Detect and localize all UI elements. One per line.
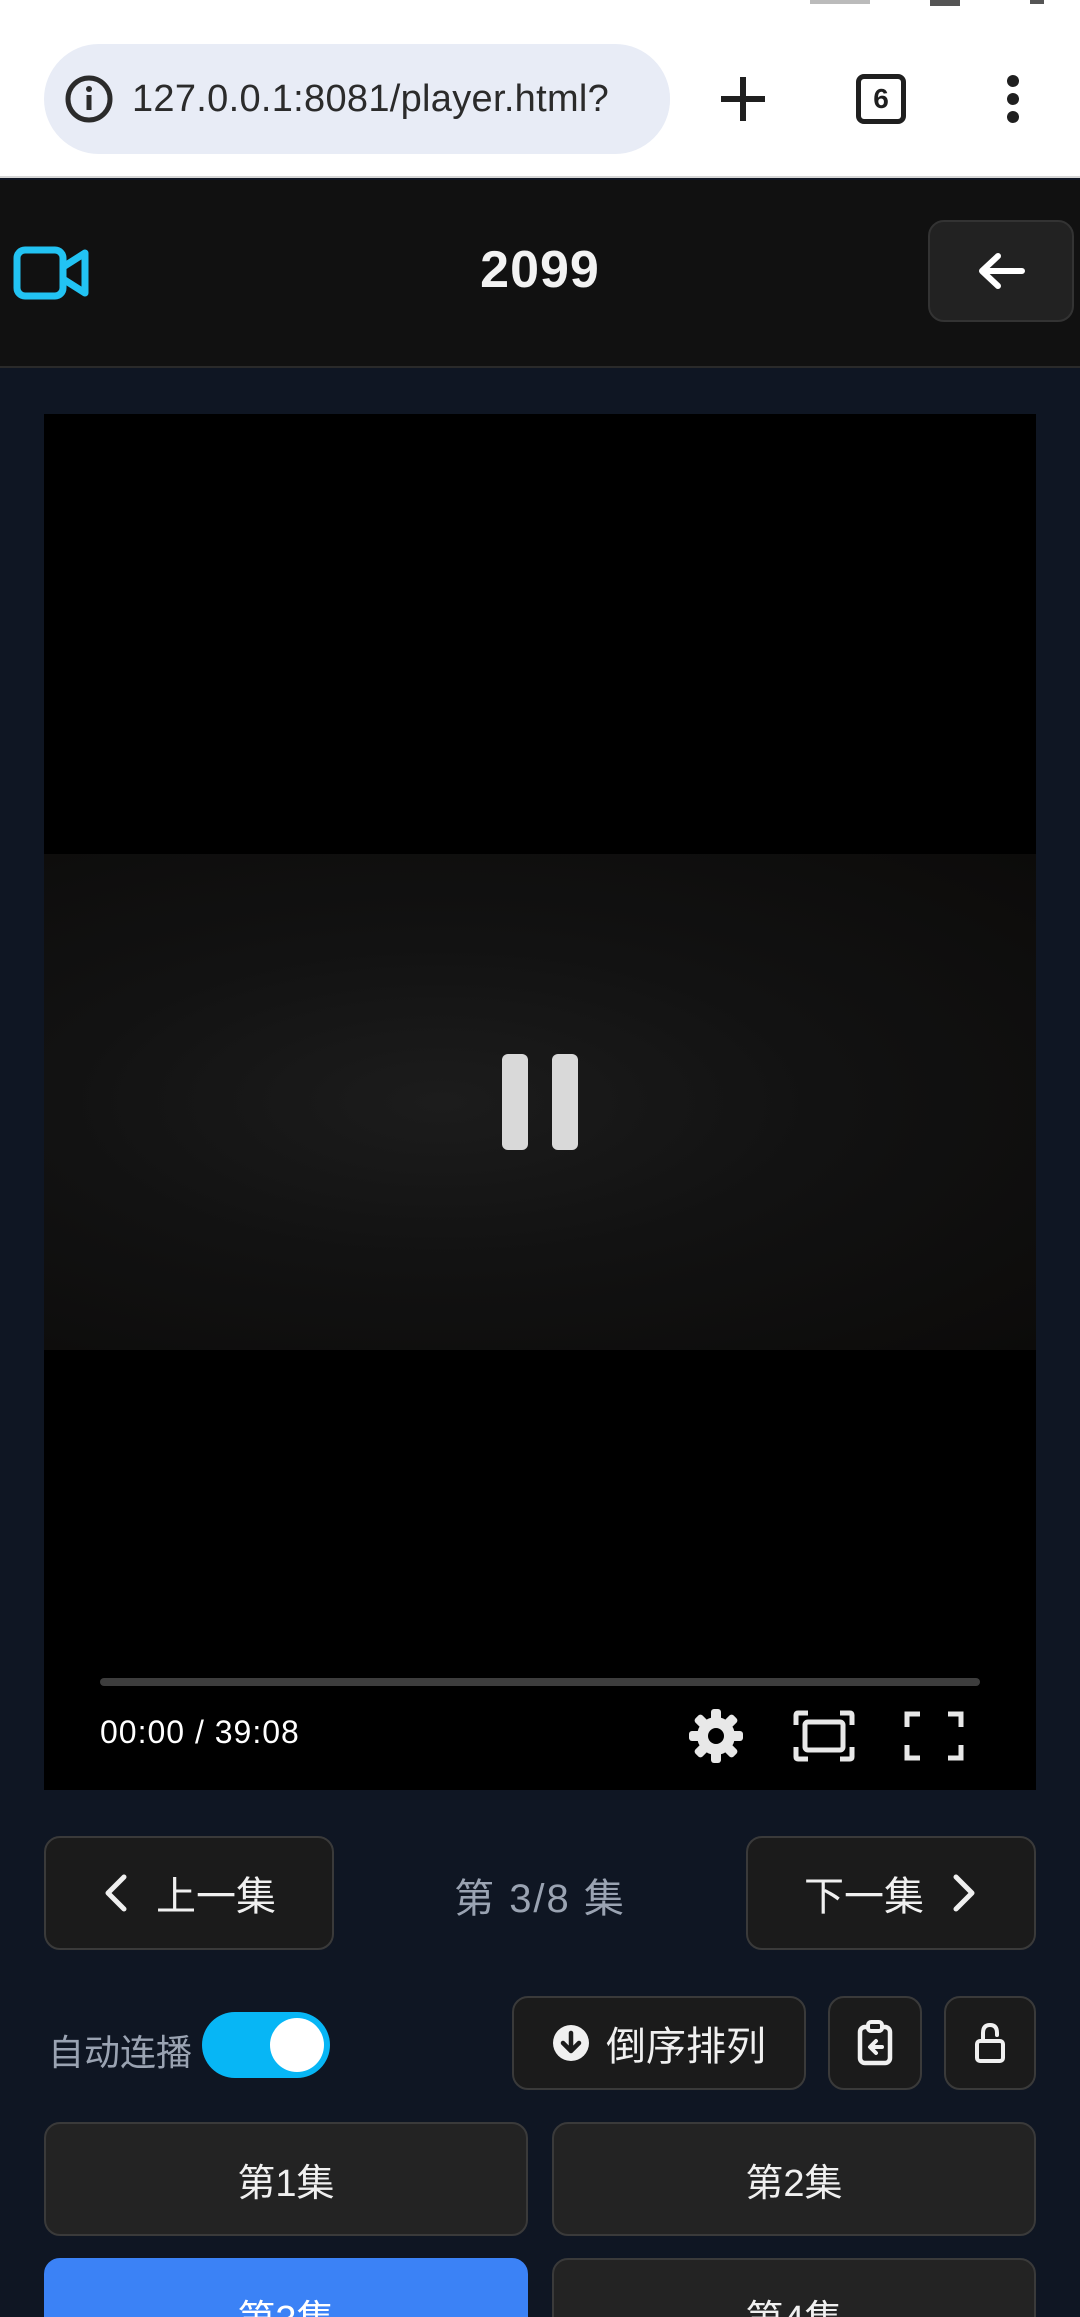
screen-icon: [793, 1710, 855, 1762]
next-episode-label: 下一集: [804, 1875, 924, 1919]
fullscreen-button[interactable]: [902, 1704, 966, 1768]
browser-toolbar: 127.0.0.1:8081/player.html? 6: [0, 0, 1080, 178]
episode-button-4[interactable]: 第4集: [552, 2258, 1036, 2317]
episode-label: 第2集: [745, 2162, 843, 2205]
browser-menu-button[interactable]: [968, 54, 1058, 144]
pause-icon[interactable]: [502, 1054, 578, 1150]
prev-episode-label: 上一集: [156, 1875, 276, 1919]
autoplay-toggle[interactable]: [202, 2012, 330, 2078]
url-text: 127.0.0.1:8081/player.html?: [132, 77, 610, 120]
episode-indicator: 第 3/8 集: [454, 1877, 626, 1921]
arrow-left-icon: [979, 253, 1025, 289]
page-title: 2099: [480, 241, 600, 299]
lock-button[interactable]: [944, 1996, 1036, 2090]
video-player[interactable]: 00:00 / 39:08: [44, 414, 1036, 1790]
fullscreen-icon: [904, 1711, 964, 1761]
pause-bar-left: [502, 1054, 528, 1150]
back-button[interactable]: [928, 220, 1074, 322]
time-display: 00:00 / 39:08: [100, 1714, 300, 1751]
toggle-knob: [270, 2018, 324, 2072]
episode-button-1[interactable]: 第1集: [44, 2122, 528, 2236]
prev-episode-button[interactable]: 上一集: [44, 1836, 334, 1950]
progress-bar[interactable]: [100, 1678, 980, 1686]
clipboard-icon: [857, 2020, 893, 2066]
new-tab-button[interactable]: [698, 54, 788, 144]
duration: 39:08: [214, 1714, 300, 1750]
status-bar-fragment: [810, 0, 1044, 6]
app-header: 2099: [0, 180, 1080, 368]
next-episode-button[interactable]: 下一集: [746, 1836, 1036, 1950]
arrow-down-circle-icon: [553, 2025, 589, 2061]
episode-label: 第1集: [237, 2162, 335, 2205]
info-icon[interactable]: [64, 74, 114, 124]
episode-button-3[interactable]: 第3集: [44, 2258, 528, 2317]
current-time: 00:00: [100, 1714, 186, 1750]
chevron-left-icon: [105, 1874, 127, 1912]
picture-in-picture-button[interactable]: [792, 1704, 856, 1768]
gear-icon: [689, 1709, 743, 1763]
autoplay-label: 自动连播: [48, 2032, 193, 2073]
tab-count: 6: [856, 74, 906, 124]
url-fade: [630, 44, 670, 154]
settings-button[interactable]: [684, 1704, 748, 1768]
episode-button-2[interactable]: 第2集: [552, 2122, 1036, 2236]
chevron-right-icon: [953, 1874, 975, 1912]
tab-switcher-button[interactable]: 6: [836, 54, 926, 144]
more-vert-icon: [1007, 75, 1019, 123]
lock-open-icon: [975, 2022, 1005, 2063]
sort-order-label: 倒序排列: [606, 2025, 766, 2069]
plus-icon: [721, 77, 765, 121]
episode-label: 第4集: [745, 2288, 842, 2317]
time-separator: /: [194, 1714, 205, 1750]
address-bar[interactable]: 127.0.0.1:8081/player.html?: [44, 44, 670, 154]
copy-link-button[interactable]: [828, 1996, 922, 2090]
sort-order-button[interactable]: 倒序排列: [512, 1996, 806, 2090]
episode-label: 第3集: [237, 2288, 334, 2317]
pause-bar-right: [552, 1054, 578, 1150]
